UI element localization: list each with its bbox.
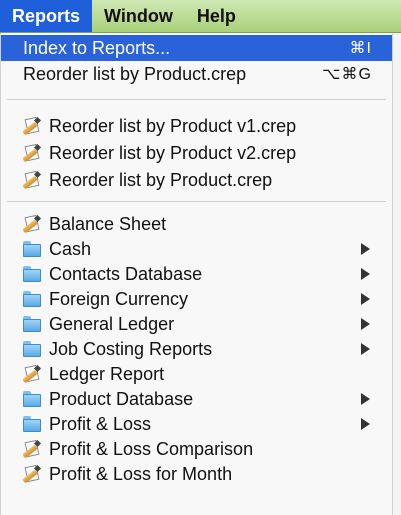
submenu-arrow-icon <box>361 418 370 430</box>
menu-item-label: Balance Sheet <box>49 213 167 234</box>
menu-separator <box>7 201 386 202</box>
submenu-arrow-icon <box>361 268 370 280</box>
submenu-arrow-icon <box>361 393 370 405</box>
report-icon <box>22 364 42 384</box>
menu-separator <box>7 99 386 100</box>
menu-item-label: Index to Reports... <box>23 37 171 58</box>
menu-item-label: Profit & Loss <box>49 413 152 434</box>
menu-item-label: Foreign Currency <box>49 288 189 309</box>
menu-item-profit-loss-comparison[interactable]: Profit & Loss Comparison <box>1 436 392 462</box>
report-icon <box>22 439 42 459</box>
menu-item-contacts-database[interactable]: Contacts Database <box>1 261 392 287</box>
submenu-arrow-icon <box>361 243 370 255</box>
report-icon <box>22 143 42 163</box>
menu-item-job-costing-reports[interactable]: Job Costing Reports <box>1 336 392 362</box>
menu-item-label: Ledger Report <box>49 363 165 384</box>
menu-item-label: General Ledger <box>49 313 175 334</box>
menu-reports[interactable]: Reports <box>0 0 93 32</box>
menu-item-shortcut: ⌥⌘G <box>322 66 372 83</box>
folder-icon <box>23 266 41 282</box>
menu-item-label: Reorder list by Product v2.crep <box>49 142 297 163</box>
menu-item-index-to-reports[interactable]: Index to Reports... ⌘I <box>1 35 392 61</box>
menu-item-label: Profit & Loss for Month <box>49 463 233 484</box>
menu-item-label: Reorder list by Product.crep <box>49 169 273 190</box>
menu-bar: Reports Window Help <box>0 0 401 33</box>
submenu-arrow-icon <box>361 343 370 355</box>
reports-dropdown-menu: Index to Reports... ⌘I Reorder list by P… <box>0 33 393 515</box>
menu-item-label: Product Database <box>49 388 194 409</box>
menu-item-label: Job Costing Reports <box>49 338 213 359</box>
menu-item-shortcut: ⌘I <box>349 40 372 57</box>
menu-item-product-database[interactable]: Product Database <box>1 386 392 412</box>
report-icon <box>22 170 42 190</box>
menu-item-label: Profit & Loss Comparison <box>49 438 254 459</box>
menu-item-recent-report[interactable]: Reorder list by Product v2.crep <box>1 140 392 166</box>
submenu-arrow-icon <box>361 293 370 305</box>
menu-item-label: Contacts Database <box>49 263 203 284</box>
folder-icon <box>23 291 41 307</box>
menu-item-label: Reorder list by Product v1.crep <box>49 115 297 136</box>
report-icon <box>22 116 42 136</box>
folder-icon <box>23 416 41 432</box>
folder-icon <box>23 341 41 357</box>
menu-item-ledger-report[interactable]: Ledger Report <box>1 361 392 387</box>
menu-item-cash[interactable]: Cash <box>1 236 392 262</box>
menu-item-reorder-list[interactable]: Reorder list by Product.crep ⌥⌘G <box>1 61 392 87</box>
menu-item-profit-loss[interactable]: Profit & Loss <box>1 411 392 437</box>
menu-item-profit-loss-for-month[interactable]: Profit & Loss for Month <box>1 461 392 487</box>
menu-item-foreign-currency[interactable]: Foreign Currency <box>1 286 392 312</box>
folder-icon <box>23 391 41 407</box>
menu-item-label: Cash <box>49 238 92 259</box>
report-icon <box>22 464 42 484</box>
submenu-arrow-icon <box>361 318 370 330</box>
menu-item-balance-sheet[interactable]: Balance Sheet <box>1 211 392 237</box>
menu-window[interactable]: Window <box>92 0 185 32</box>
menu-item-recent-report[interactable]: Reorder list by Product.crep <box>1 167 392 193</box>
menu-item-label: Reorder list by Product.crep <box>23 63 247 84</box>
folder-icon <box>23 316 41 332</box>
menu-item-recent-report[interactable]: Reorder list by Product v1.crep <box>1 113 392 139</box>
folder-icon <box>23 241 41 257</box>
menu-help[interactable]: Help <box>185 0 248 32</box>
menu-item-general-ledger[interactable]: General Ledger <box>1 311 392 337</box>
report-icon <box>22 214 42 234</box>
